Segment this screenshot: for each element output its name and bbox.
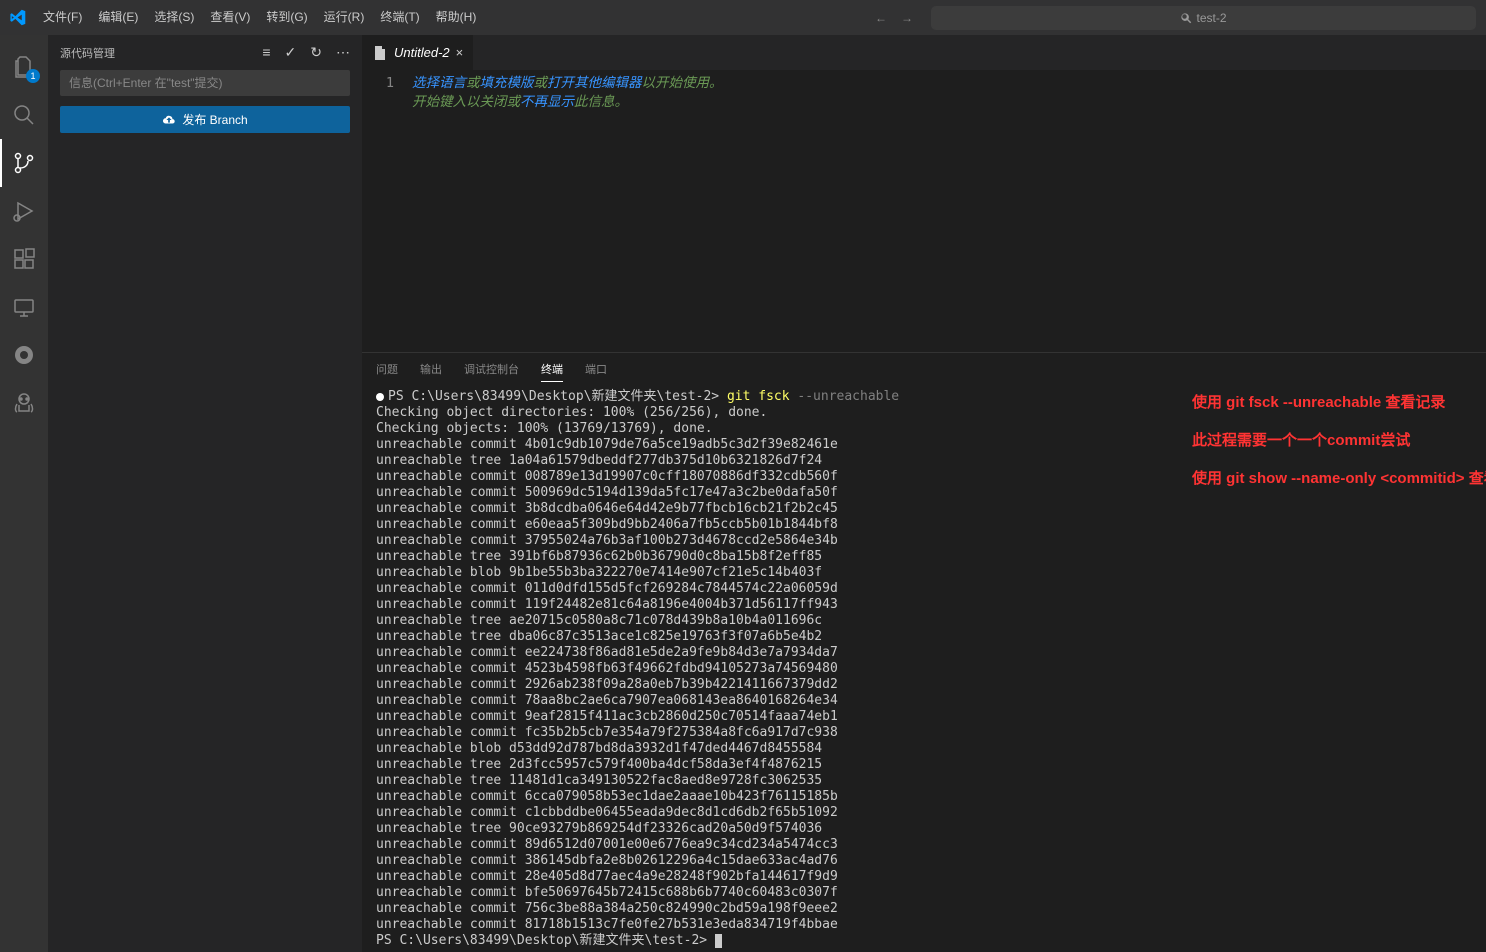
publish-label: 发布 Branch [182,111,247,128]
editor-tabs: Untitled-2 × [362,35,1486,70]
panel-tab-ports[interactable]: 端口 [585,357,607,381]
sidebar-actions: ≡ ✓ ↻ ⋯ [262,44,350,61]
activity-extensions[interactable] [0,235,48,283]
activity-browser[interactable] [0,331,48,379]
refresh-icon[interactable]: ↻ [310,44,322,61]
commit-message-input[interactable] [60,70,350,96]
tab-label: Untitled-2 [394,45,450,60]
close-icon[interactable]: × [456,45,464,60]
terminal-output: PS C:\Users\83499\Desktop\新建文件夹\test-2> … [376,389,899,948]
activity-scm[interactable] [0,139,48,187]
editor-area: Untitled-2 × 1 选择语言或填充模版或打开其他编辑器以开始使用。 开… [362,35,1486,952]
menu-file[interactable]: 文件(F) [35,0,90,35]
menu-help[interactable]: 帮助(H) [428,0,485,35]
menu-go[interactable]: 转到(G) [258,0,315,35]
annotation-1: 使用 git fsck --unreachable 查看记录 [1192,395,1486,411]
command-center[interactable]: test-2 [931,6,1476,30]
file-icon [372,45,388,61]
explorer-badge: 1 [26,69,40,83]
annotation-3: 使用 git show --name-only <commitid> 查看特征 [1192,471,1486,487]
search-text: test-2 [1196,11,1226,25]
panel-tabs: 问题 输出 调试控制台 终端 端口 [362,353,1486,385]
menu-run[interactable]: 运行(R) [316,0,373,35]
activity-copilot[interactable] [0,379,48,427]
menu-view[interactable]: 查看(V) [202,0,258,35]
menu-selection[interactable]: 选择(S) [146,0,202,35]
annotation-2: 此过程需要一个一个commit尝试 [1192,433,1486,449]
more-icon[interactable]: ⋯ [336,44,350,61]
view-tree-icon[interactable]: ≡ [262,44,270,61]
sidebar-header: 源代码管理 ≡ ✓ ↻ ⋯ [48,35,362,70]
menu-edit[interactable]: 编辑(E) [90,0,146,35]
publish-branch-button[interactable]: 发布 Branch [60,106,350,133]
panel-tab-debug[interactable]: 调试控制台 [464,357,519,381]
terminal[interactable]: PS C:\Users\83499\Desktop\新建文件夹\test-2> … [362,385,1486,952]
dont-show-link[interactable]: 不再显示 [520,94,574,110]
editor-body[interactable]: 1 选择语言或填充模版或打开其他编辑器以开始使用。 开始键入以关闭或不再显示此信… [362,70,1486,352]
select-language-link[interactable]: 选择语言 [412,75,466,91]
bottom-panel: 问题 输出 调试控制台 终端 端口 PS C:\Users\83499\Desk… [362,352,1486,952]
activity-search[interactable] [0,91,48,139]
menubar: 文件(F) 编辑(E) 选择(S) 查看(V) 转到(G) 运行(R) 终端(T… [35,0,484,35]
annotation-overlay: 使用 git fsck --unreachable 查看记录 此过程需要一个一个… [1192,395,1486,509]
cloud-upload-icon [162,113,176,127]
nav-forward-icon[interactable]: → [901,11,913,25]
sidebar-title: 源代码管理 [60,45,115,61]
editor-content[interactable]: 选择语言或填充模版或打开其他编辑器以开始使用。 开始键入以关闭或不再显示此信息。 [412,74,1486,352]
activity-bar: 1 [0,35,48,952]
open-other-editor-link[interactable]: 打开其他编辑器 [547,75,642,91]
panel-tab-output[interactable]: 输出 [420,357,442,381]
titlebar: 文件(F) 编辑(E) 选择(S) 查看(V) 转到(G) 运行(R) 终端(T… [0,0,1486,35]
commit-check-icon[interactable]: ✓ [285,44,297,61]
sidebar: 源代码管理 ≡ ✓ ↻ ⋯ 发布 Branch [48,35,362,952]
line-numbers: 1 [362,74,412,352]
tab-untitled-2[interactable]: Untitled-2 × [362,35,474,70]
panel-tab-problems[interactable]: 问题 [376,357,398,381]
nav-arrows: ← → [857,11,931,25]
panel-tab-terminal[interactable]: 终端 [541,357,563,382]
activity-debug[interactable] [0,187,48,235]
main-layout: 1 源代码管理 ≡ ✓ ↻ ⋯ [0,35,1486,952]
activity-remote[interactable] [0,283,48,331]
activity-explorer[interactable]: 1 [0,43,48,91]
menu-terminal[interactable]: 终端(T) [372,0,427,35]
fill-template-link[interactable]: 填充模版 [480,75,534,91]
nav-back-icon[interactable]: ← [875,11,887,25]
scm-content: 发布 Branch [48,70,362,133]
vscode-logo-icon [0,9,35,26]
